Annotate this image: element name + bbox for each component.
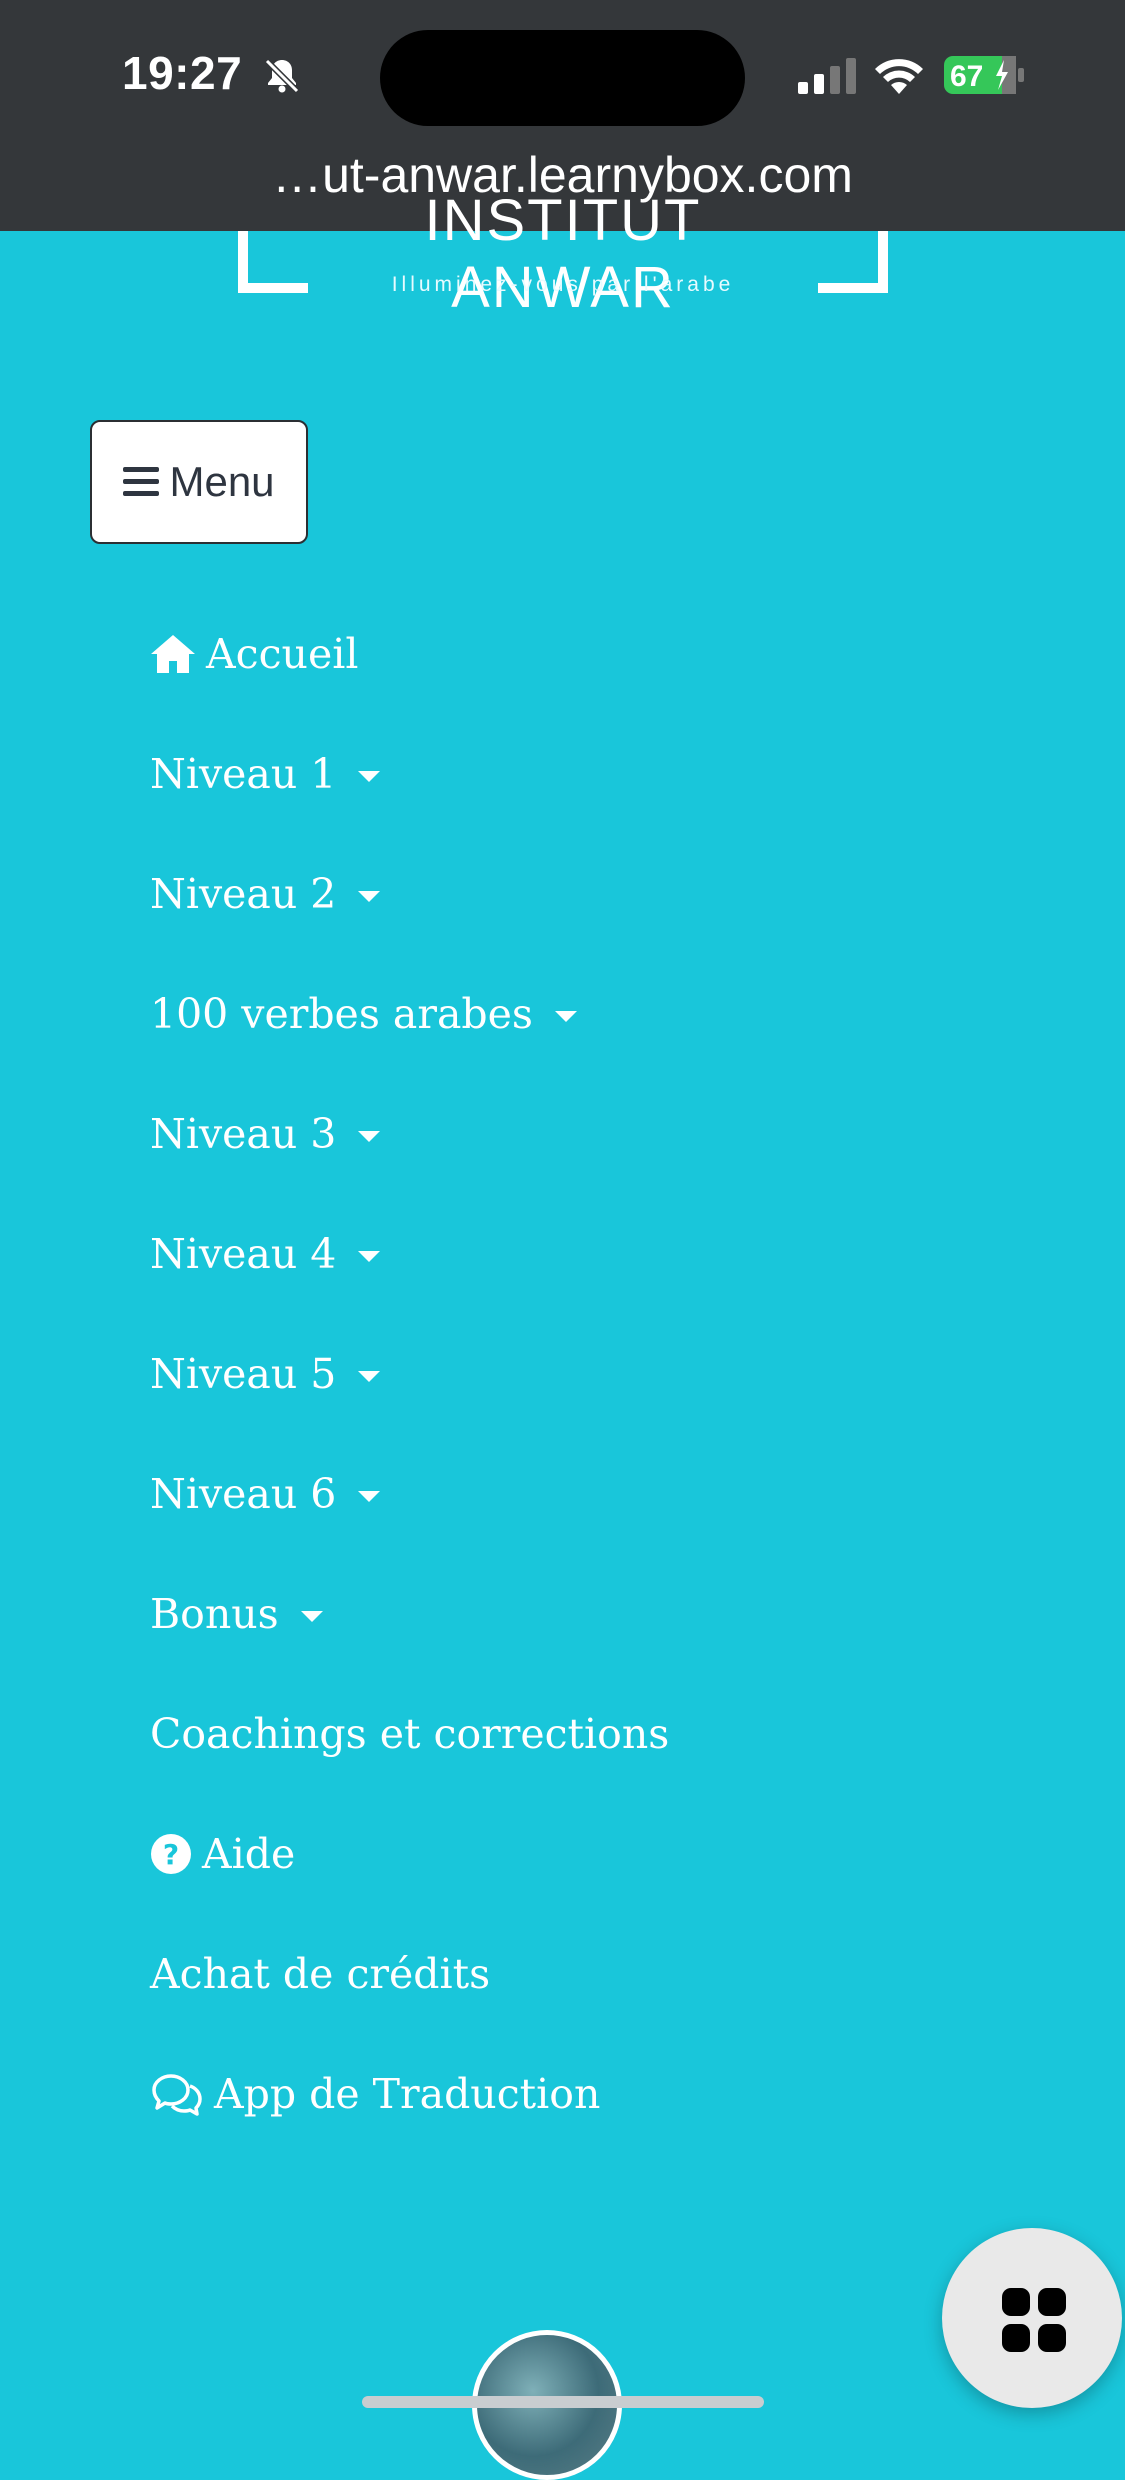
dynamic-island: [380, 30, 745, 126]
home-icon: [151, 635, 195, 673]
nav-item-bonus[interactable]: Bonus: [150, 1584, 323, 1644]
nav-item-niveau-3[interactable]: Niveau 3: [150, 1104, 381, 1164]
svg-text:?: ?: [163, 1838, 179, 1871]
nav-item-label: Coachings et corrections: [150, 1710, 670, 1758]
nav-item-label: Niveau 2: [150, 870, 337, 918]
nav-item-label: Aide: [202, 1830, 296, 1878]
site-logo[interactable]: INSTITUT ANWAR Illuminez-vous par l'arab…: [238, 188, 888, 320]
nav-item-aide[interactable]: ? Aide: [150, 1824, 295, 1884]
battery-level: 67: [950, 60, 983, 93]
nav-item-label: Niveau 3: [150, 1110, 337, 1158]
status-time: 19:27: [122, 47, 243, 99]
nav-item-label: Achat de crédits: [150, 1950, 491, 1998]
nav-item-100-verbes[interactable]: 100 verbes arabes: [150, 984, 577, 1044]
question-circle-icon: ?: [151, 1834, 191, 1874]
caret-down-icon: [358, 1370, 381, 1382]
cellular-signal-icon: [798, 58, 856, 94]
caret-down-icon: [300, 1610, 323, 1622]
nav-item-niveau-2[interactable]: Niveau 2: [150, 864, 381, 924]
apps-fab-button[interactable]: [942, 2228, 1122, 2408]
nav-item-label: Niveau 6: [150, 1470, 337, 1518]
hamburger-icon: [123, 467, 160, 496]
apps-grid-icon: [1002, 2288, 1066, 2352]
nav-item-label: Bonus: [150, 1590, 279, 1638]
logo-tagline: Illuminez-vous par l'arabe: [391, 273, 735, 296]
menu-toggle-button[interactable]: Menu: [90, 420, 308, 544]
nav-item-label: Accueil: [206, 630, 359, 678]
battery-icon: 67: [944, 56, 1024, 94]
caret-down-icon: [358, 1250, 381, 1262]
chat-bubbles-icon: [152, 2074, 202, 2116]
caret-down-icon: [358, 770, 381, 782]
nav-item-niveau-1[interactable]: Niveau 1: [150, 744, 381, 804]
nav-item-app-traduction[interactable]: App de Traduction: [150, 2064, 600, 2124]
caret-down-icon: [358, 1130, 381, 1142]
wifi-icon: [875, 59, 923, 94]
nav-item-achat-credits[interactable]: Achat de crédits: [150, 1944, 490, 2004]
logo-title: INSTITUT ANWAR: [424, 188, 702, 320]
nav-item-niveau-5[interactable]: Niveau 5: [150, 1344, 381, 1404]
caret-down-icon: [358, 890, 381, 902]
nav-item-accueil[interactable]: Accueil: [150, 624, 358, 684]
nav-item-label: Niveau 4: [150, 1230, 337, 1278]
nav-item-niveau-4[interactable]: Niveau 4: [150, 1224, 381, 1284]
nav-item-label: Niveau 1: [150, 750, 337, 798]
nav-item-label: Niveau 5: [150, 1350, 337, 1398]
nav-item-label: App de Traduction: [214, 2070, 601, 2118]
menu-button-label: Menu: [169, 458, 275, 505]
bell-muted-icon: [264, 58, 300, 94]
caret-down-icon: [358, 1490, 381, 1502]
home-indicator[interactable]: [362, 2396, 764, 2408]
nav-item-coachings[interactable]: Coachings et corrections: [150, 1704, 669, 1764]
nav-item-niveau-6[interactable]: Niveau 6: [150, 1464, 381, 1524]
caret-down-icon: [554, 1010, 577, 1022]
nav-item-label: 100 verbes arabes: [150, 990, 533, 1038]
